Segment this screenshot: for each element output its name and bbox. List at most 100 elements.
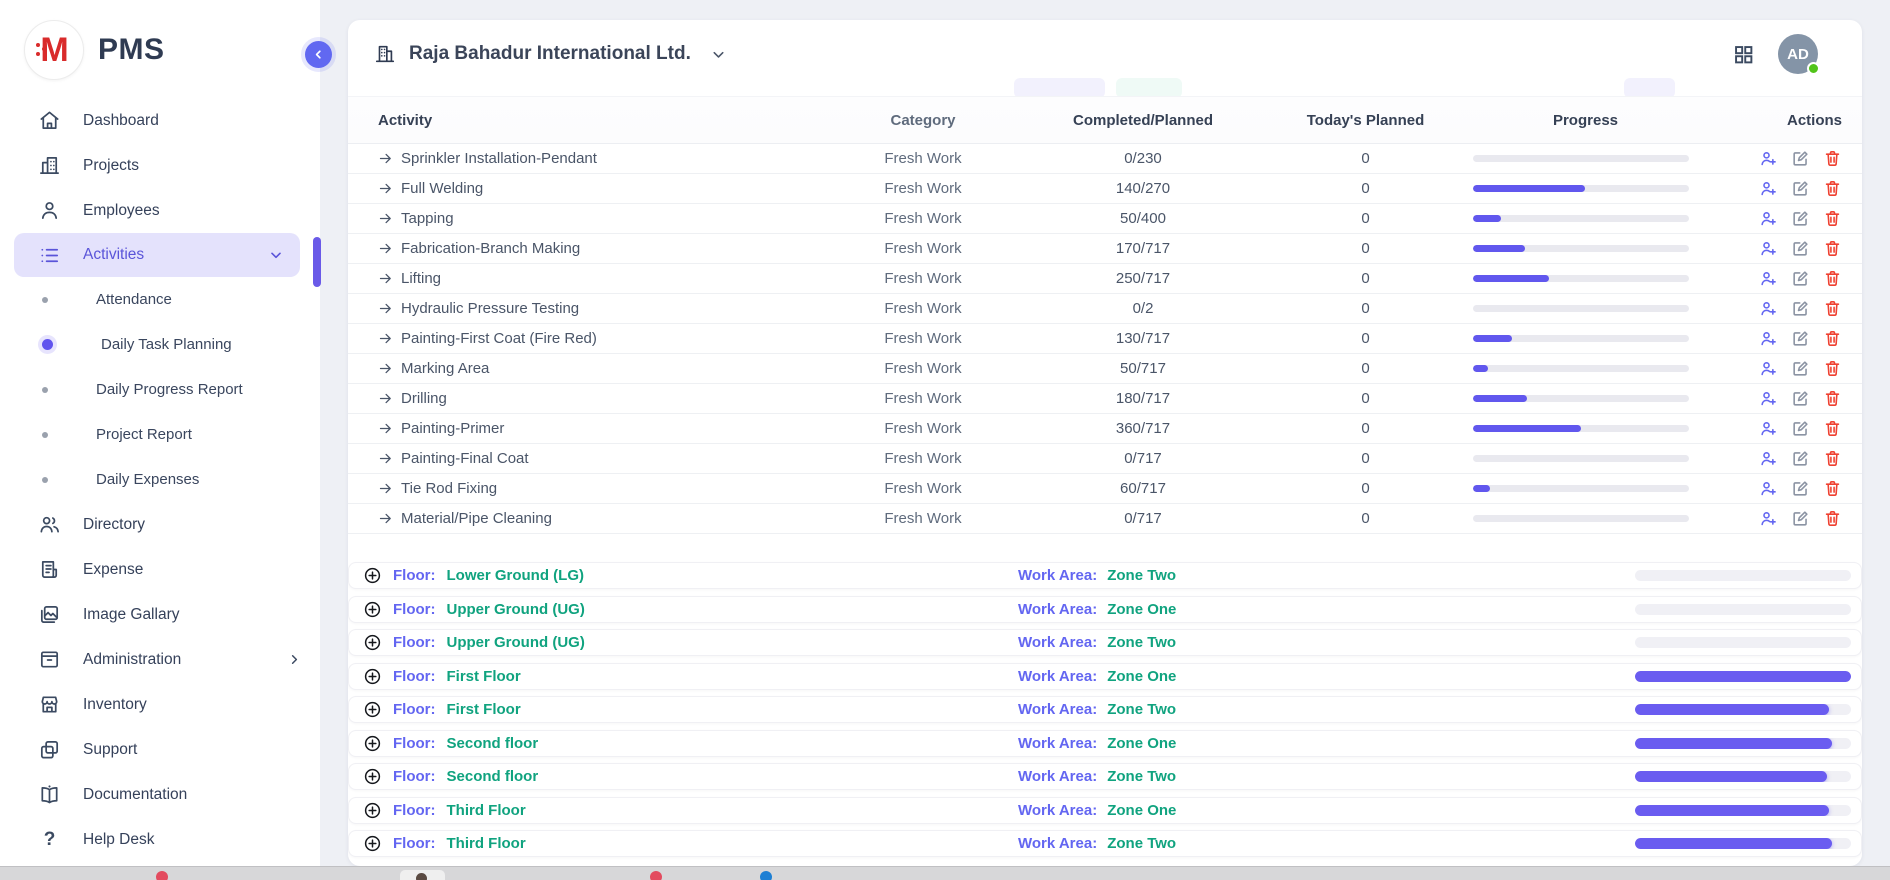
expand-plus-icon[interactable]: [363, 767, 382, 786]
floor-row[interactable]: Floor: Upper Ground (UG) Work Area: Zone…: [348, 629, 1862, 656]
delete-button[interactable]: [1823, 359, 1842, 378]
expand-plus-icon[interactable]: [363, 700, 382, 719]
floor-row[interactable]: Floor: Third Floor Work Area: Zone Two: [348, 830, 1862, 857]
floor-row[interactable]: Floor: Second floor Work Area: Zone Two: [348, 763, 1862, 790]
floor-row[interactable]: Floor: Third Floor Work Area: Zone One: [348, 797, 1862, 824]
edit-button[interactable]: [1791, 389, 1810, 408]
sidebar-subitem[interactable]: Daily Task Planning: [0, 322, 320, 367]
assign-user-button[interactable]: [1759, 389, 1778, 408]
sidebar-item-activities[interactable]: Activities: [14, 233, 300, 277]
floor-row[interactable]: Floor: First Floor Work Area: Zone One: [348, 663, 1862, 690]
activity-table-row[interactable]: Full Welding Fresh Work 140/270 0: [348, 174, 1862, 204]
sidebar-item-employees[interactable]: Employees: [0, 188, 320, 233]
floor-row[interactable]: Floor: Upper Ground (UG) Work Area: Zone…: [348, 596, 1862, 623]
edit-button[interactable]: [1791, 239, 1810, 258]
edit-button[interactable]: [1791, 209, 1810, 228]
delete-button[interactable]: [1823, 329, 1842, 348]
edit-button[interactable]: [1791, 179, 1810, 198]
taskbar-app-icon[interactable]: [650, 871, 662, 880]
sidebar-item-inventory[interactable]: Inventory: [0, 682, 320, 727]
sidebar-subitem[interactable]: Daily Expenses: [0, 457, 320, 502]
activity-table-row[interactable]: Tapping Fresh Work 50/400 0: [348, 204, 1862, 234]
taskbar-app-icon[interactable]: [156, 871, 168, 880]
apps-grid-icon[interactable]: [1733, 44, 1754, 65]
expand-plus-icon[interactable]: [363, 600, 382, 619]
floor-row[interactable]: Floor: Lower Ground (LG) Work Area: Zone…: [348, 562, 1862, 589]
expand-plus-icon[interactable]: [363, 667, 382, 686]
sidebar-item-dashboard[interactable]: Dashboard: [0, 98, 320, 143]
edit-button[interactable]: [1791, 479, 1810, 498]
sidebar-item-directory[interactable]: Directory: [0, 502, 320, 547]
taskbar-app-icon[interactable]: [400, 870, 445, 880]
assign-user-button[interactable]: [1759, 179, 1778, 198]
activity-table-row[interactable]: Painting-First Coat (Fire Red) Fresh Wor…: [348, 324, 1862, 354]
delete-button[interactable]: [1823, 149, 1842, 168]
delete-button[interactable]: [1823, 419, 1842, 438]
sidebar-item-support[interactable]: Support: [0, 727, 320, 772]
delete-button[interactable]: [1823, 269, 1842, 288]
sidebar-item-documentation[interactable]: Documentation: [0, 772, 320, 817]
sidebar-subitem[interactable]: Daily Progress Report: [0, 367, 320, 412]
edit-button[interactable]: [1791, 299, 1810, 318]
sidebar-collapse-button[interactable]: [305, 41, 332, 68]
delete-button[interactable]: [1823, 299, 1842, 318]
floor-row[interactable]: Floor: Second floor Work Area: Zone One: [348, 730, 1862, 757]
assign-user-button[interactable]: [1759, 239, 1778, 258]
delete-button[interactable]: [1823, 179, 1842, 198]
assign-user-button[interactable]: [1759, 509, 1778, 528]
assign-user-button[interactable]: [1759, 479, 1778, 498]
assign-user-button[interactable]: [1759, 209, 1778, 228]
activity-table-row[interactable]: Material/Pipe Cleaning Fresh Work 0/717 …: [348, 504, 1862, 534]
user-avatar[interactable]: AD: [1778, 34, 1818, 74]
assign-user-button[interactable]: [1759, 329, 1778, 348]
edit-button[interactable]: [1791, 329, 1810, 348]
assign-user-button[interactable]: [1759, 149, 1778, 168]
todays-planned-value: 0: [1258, 420, 1473, 437]
assign-user-button[interactable]: [1759, 269, 1778, 288]
company-selector-label[interactable]: Raja Bahadur International Ltd.: [409, 43, 691, 65]
expand-plus-icon[interactable]: [363, 734, 382, 753]
sidebar-subitem[interactable]: Project Report: [0, 412, 320, 457]
delete-button[interactable]: [1823, 389, 1842, 408]
delete-button[interactable]: [1823, 239, 1842, 258]
assign-user-button[interactable]: [1759, 299, 1778, 318]
edit-button[interactable]: [1791, 449, 1810, 468]
sidebar-item-expense[interactable]: Expense: [0, 547, 320, 592]
activity-table-row[interactable]: Lifting Fresh Work 250/717 0: [348, 264, 1862, 294]
expand-plus-icon[interactable]: [363, 801, 382, 820]
activity-table-row[interactable]: Marking Area Fresh Work 50/717 0: [348, 354, 1862, 384]
expand-plus-icon[interactable]: [363, 633, 382, 652]
edit-button[interactable]: [1791, 149, 1810, 168]
activity-table-row[interactable]: Drilling Fresh Work 180/717 0: [348, 384, 1862, 414]
expand-plus-icon[interactable]: [363, 834, 382, 853]
expand-plus-icon[interactable]: [363, 566, 382, 585]
floor-row[interactable]: Floor: First Floor Work Area: Zone Two: [348, 696, 1862, 723]
edit-button[interactable]: [1791, 419, 1810, 438]
delete-button[interactable]: [1823, 449, 1842, 468]
edit-button[interactable]: [1791, 269, 1810, 288]
sidebar-item-image-gallery[interactable]: Image Gallary: [0, 592, 320, 637]
chevron-down-icon[interactable]: [710, 46, 727, 63]
activity-table-row[interactable]: Sprinkler Installation-Pendant Fresh Wor…: [348, 144, 1862, 174]
activity-table-row[interactable]: Tie Rod Fixing Fresh Work 60/717 0: [348, 474, 1862, 504]
delete-button[interactable]: [1823, 209, 1842, 228]
delete-button[interactable]: [1823, 479, 1842, 498]
floor-progress-bar: [1635, 570, 1851, 581]
assign-user-button[interactable]: [1759, 359, 1778, 378]
sidebar-item-administration[interactable]: Administration: [0, 637, 320, 682]
assign-user-button[interactable]: [1759, 449, 1778, 468]
taskbar-app-icon[interactable]: [760, 871, 772, 880]
activity-table-row[interactable]: Painting-Final Coat Fresh Work 0/717 0: [348, 444, 1862, 474]
delete-button[interactable]: [1823, 509, 1842, 528]
activity-table-row[interactable]: Hydraulic Pressure Testing Fresh Work 0/…: [348, 294, 1862, 324]
brand-logo: M: [24, 20, 84, 80]
sidebar-item-help-desk[interactable]: ? Help Desk: [0, 817, 320, 862]
floor-value: Upper Ground (UG): [447, 601, 585, 618]
sidebar-item-projects[interactable]: Projects: [0, 143, 320, 188]
activity-table-row[interactable]: Painting-Primer Fresh Work 360/717 0: [348, 414, 1862, 444]
assign-user-button[interactable]: [1759, 419, 1778, 438]
activity-table-row[interactable]: Fabrication-Branch Making Fresh Work 170…: [348, 234, 1862, 264]
sidebar-subitem[interactable]: Attendance: [0, 277, 320, 322]
edit-button[interactable]: [1791, 359, 1810, 378]
edit-button[interactable]: [1791, 509, 1810, 528]
